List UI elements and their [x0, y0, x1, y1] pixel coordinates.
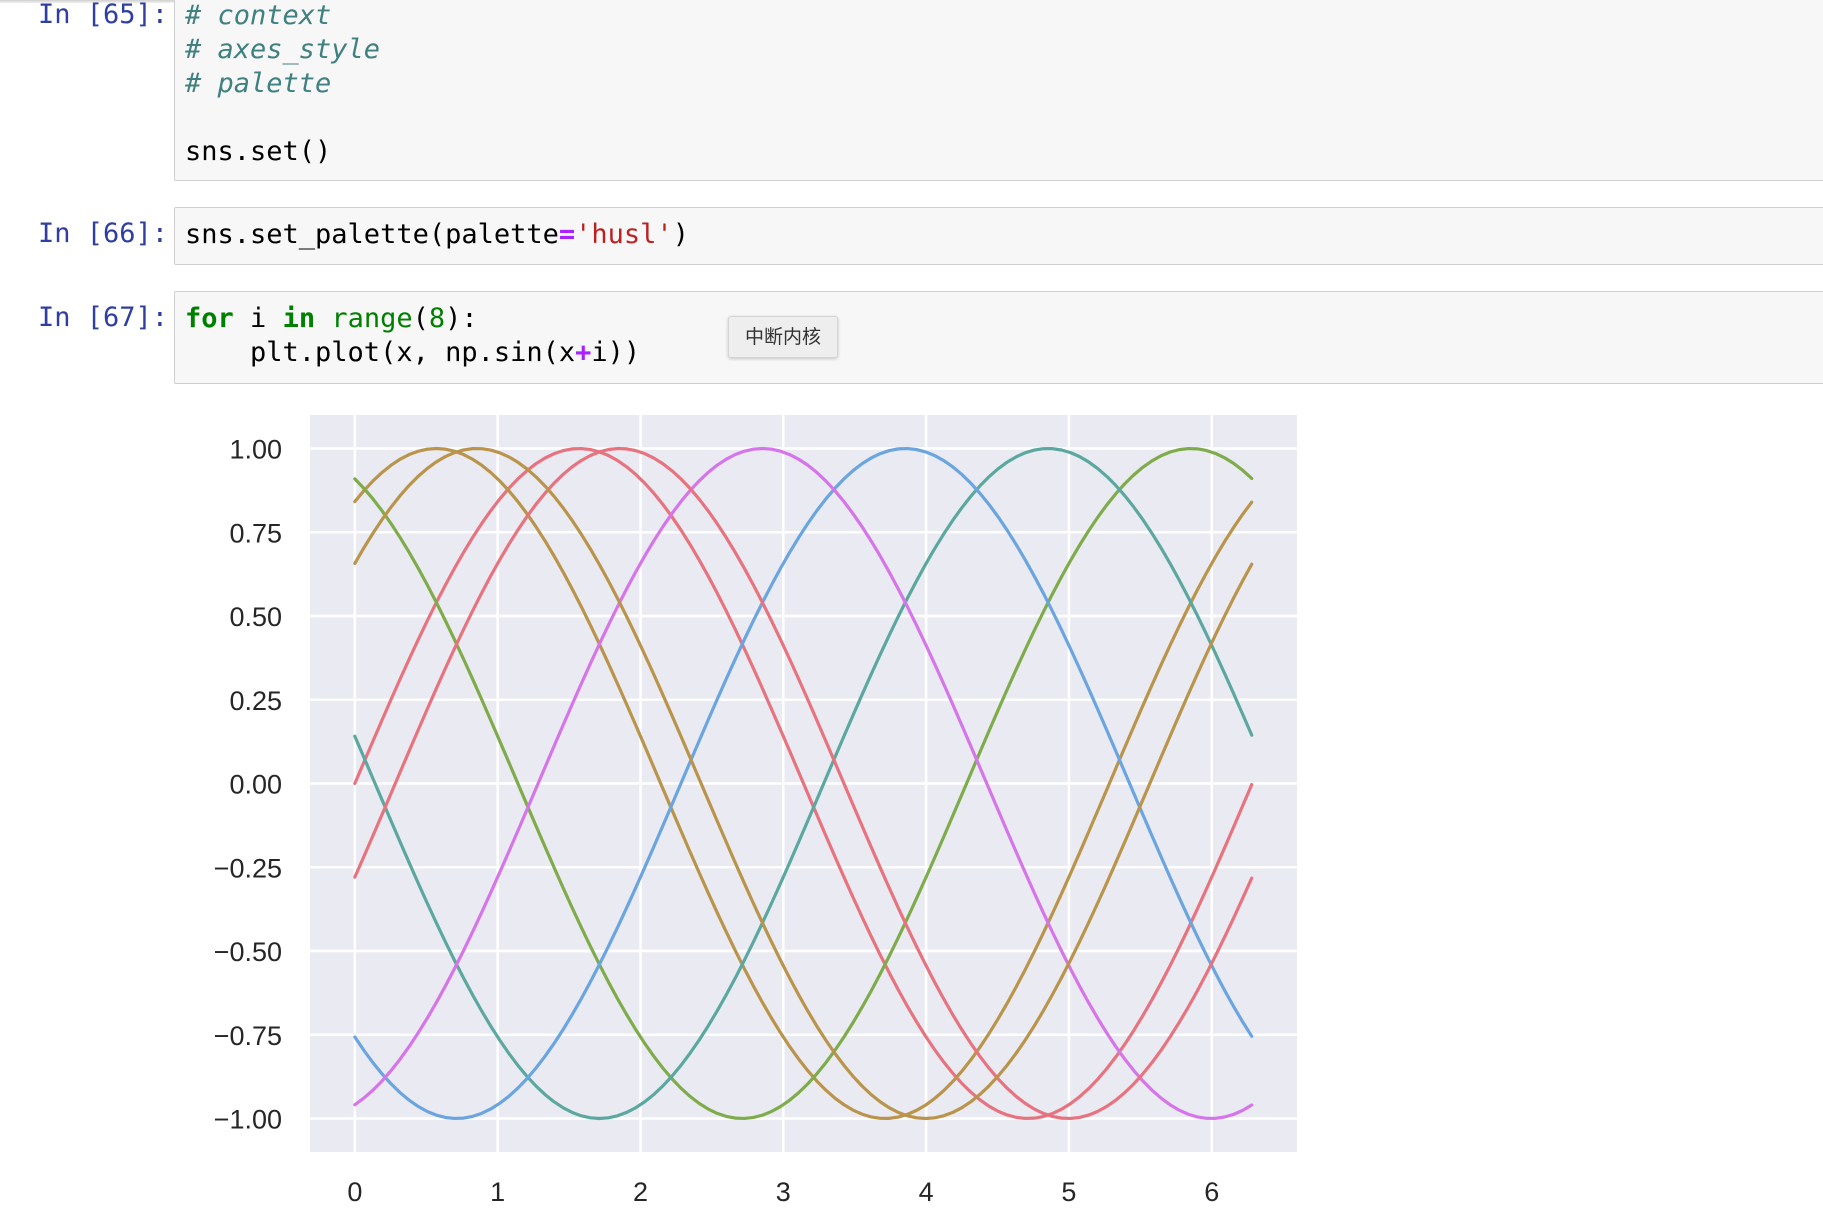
- cell-67-prompt: In [67]:: [37, 302, 168, 333]
- code-token: +: [575, 337, 592, 368]
- code-token: range: [331, 303, 413, 334]
- cell-66-prompt: In [66]:: [37, 218, 168, 249]
- x-tick-label: 3: [776, 1177, 791, 1207]
- code-token: ): [672, 219, 689, 250]
- y-tick-label: −0.50: [214, 937, 282, 967]
- y-tick-label: −1.00: [214, 1105, 282, 1135]
- y-tick-label: 0.25: [229, 686, 282, 716]
- y-tick-label: −0.25: [214, 853, 282, 883]
- x-tick-label: 0: [347, 1177, 362, 1207]
- x-tick-label: 2: [633, 1177, 648, 1207]
- x-tick-label: 5: [1061, 1177, 1076, 1207]
- sine-line-chart: 1.00 0.75 0.50 0.25 0.00 −0.25 −0.50 −0.75 −1.00…: [214, 415, 1297, 1207]
- code-line: for i in range(8):: [185, 302, 478, 336]
- code-line: sns.set_palette(palette='husl'): [185, 218, 689, 252]
- code-line: plt.plot(x, np.sin(x+i)): [185, 336, 640, 370]
- code-token: i)): [591, 337, 641, 368]
- interrupt-kernel-tooltip: 中断内核: [728, 316, 838, 358]
- code-cell-66[interactable]: sns.set_palette(palette='husl'): [174, 207, 1823, 265]
- x-tick-label: 1: [490, 1177, 505, 1207]
- y-tick-label: 1.00: [229, 435, 282, 465]
- code-line: # palette: [185, 68, 332, 99]
- y-tick-label: 0.50: [229, 602, 282, 632]
- code-line: sns.set(): [185, 136, 332, 167]
- code-token: sns.set_palette(palette: [185, 219, 559, 250]
- x-tick-label: 6: [1204, 1177, 1219, 1207]
- code-token: plt.plot(x, np.sin(x: [185, 337, 576, 368]
- y-tick-label: −0.75: [214, 1021, 282, 1051]
- cell-65-prompt: In [65]:: [37, 0, 168, 30]
- code-token: in: [282, 303, 316, 334]
- code-token: ):: [445, 303, 478, 334]
- code-line: # axes_style: [185, 34, 381, 65]
- code-token: i: [233, 303, 283, 334]
- x-tick-label: 4: [919, 1177, 934, 1207]
- y-tick-label: 0.00: [229, 770, 282, 800]
- code-cell-65[interactable]: # context # axes_style # palette sns.set…: [174, 0, 1823, 181]
- y-tick-label: 0.75: [229, 518, 282, 548]
- code-token: (: [412, 303, 429, 334]
- code-token: for: [185, 303, 234, 334]
- code-token: =: [558, 219, 576, 250]
- code-line: # context: [185, 0, 332, 31]
- code-token: 8: [428, 303, 446, 334]
- code-cell-67[interactable]: for i in range(8): plt.plot(x, np.sin(x+…: [174, 291, 1823, 384]
- code-token: 'husl': [575, 219, 673, 250]
